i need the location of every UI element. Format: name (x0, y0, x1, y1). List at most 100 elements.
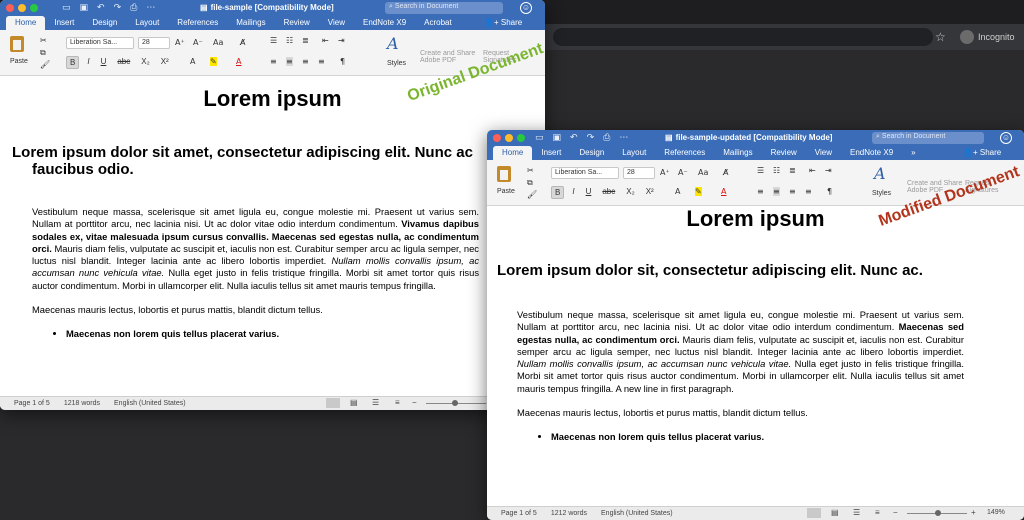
print-layout-icon[interactable] (807, 508, 821, 518)
page-count[interactable]: Page 1 of 5 (14, 400, 50, 407)
decrease-indent-icon[interactable]: ⇤ (322, 36, 329, 45)
font-color-icon[interactable]: A (721, 187, 726, 196)
zoom-out-icon[interactable]: − (412, 398, 426, 408)
draft-icon[interactable]: ≡ (875, 508, 889, 518)
print-layout-icon[interactable] (326, 398, 340, 408)
feedback-smile-icon[interactable]: ☺ (1000, 132, 1012, 144)
show-marks-icon[interactable]: ¶ (827, 187, 832, 196)
strikethrough-button[interactable]: abc (114, 56, 133, 69)
zoom-button[interactable] (30, 4, 38, 12)
zoom-knob[interactable] (452, 400, 458, 406)
tab-view[interactable]: View (319, 16, 354, 30)
italic-button[interactable]: I (84, 56, 92, 69)
redo-icon[interactable]: ↷ (587, 133, 595, 143)
search-input[interactable]: ⌕ Search in Document (385, 2, 503, 14)
tab-review[interactable]: Review (762, 146, 806, 160)
justify-icon[interactable]: ≡ (318, 57, 325, 66)
change-case-icon[interactable]: Aa (698, 168, 708, 177)
minimize-button[interactable] (505, 134, 513, 142)
highlight-icon[interactable]: ✎ (695, 187, 702, 196)
word-count[interactable]: 1218 words (64, 400, 100, 407)
align-right-icon[interactable]: ≡ (789, 187, 796, 196)
font-size-select[interactable]: 28 (623, 167, 655, 179)
incognito-indicator[interactable]: Incognito (960, 30, 1015, 44)
align-right-icon[interactable]: ≡ (302, 57, 309, 66)
share-button[interactable]: 👤+ Share (963, 148, 1001, 157)
tab-home[interactable]: Home (493, 146, 533, 160)
undo-icon[interactable]: ↶ (570, 133, 578, 143)
tab-mailings[interactable]: Mailings (714, 146, 761, 160)
paste-icon[interactable] (497, 166, 511, 182)
change-case-icon[interactable]: Aa (213, 38, 223, 47)
word-window-original[interactable]: ▭ ▣ ↶ ↷ ⎙ ⋯ ▤ file-sample [Compatibility … (0, 0, 545, 410)
bullets-icon[interactable]: ☰ (757, 166, 764, 175)
outline-icon[interactable]: ☰ (853, 508, 867, 518)
save-icon[interactable]: ▣ (553, 133, 562, 143)
format-painter-icon[interactable]: 🖌 (40, 60, 50, 69)
subscript-button[interactable]: X₂ (623, 186, 637, 199)
text-effects-icon[interactable]: A (675, 187, 680, 196)
show-marks-icon[interactable]: ¶ (340, 57, 345, 66)
shrink-font-icon[interactable]: A⁻ (193, 38, 203, 47)
underline-button[interactable]: U (98, 56, 110, 69)
tab-layout[interactable]: Layout (126, 16, 168, 30)
word-window-modified[interactable]: ▭ ▣ ↶ ↷ ⎙ ⋯ ▤ file-sample-updated [Compat… (487, 130, 1024, 520)
superscript-button[interactable]: X² (643, 186, 657, 199)
print-icon[interactable]: ⎙ (603, 133, 610, 143)
zoom-in-icon[interactable]: + (971, 508, 985, 518)
document-canvas[interactable]: Lorem ipsum Lorem ipsum dolor sit, conse… (487, 206, 1024, 506)
numbering-icon[interactable]: ☷ (286, 36, 293, 45)
sidebar-icon[interactable]: ▭ (535, 133, 544, 143)
copy-icon[interactable]: ⧉ (527, 178, 533, 188)
sidebar-icon[interactable]: ▭ (62, 3, 71, 13)
text-effects-icon[interactable]: A (190, 57, 195, 66)
redo-icon[interactable]: ↷ (114, 3, 122, 13)
web-layout-icon[interactable]: ▤ (350, 398, 364, 408)
zoom-button[interactable] (517, 134, 525, 142)
font-name-select[interactable]: Liberation Sa... (66, 37, 134, 49)
close-button[interactable] (493, 134, 501, 142)
ribbon-overflow-icon[interactable]: » (902, 146, 924, 160)
font-size-select[interactable]: 28 (138, 37, 170, 49)
tab-design[interactable]: Design (570, 146, 613, 160)
star-icon[interactable]: ☆ (935, 30, 946, 44)
search-input[interactable]: ⌕ Search in Document (872, 132, 984, 144)
close-button[interactable] (6, 4, 14, 12)
address-bar[interactable] (553, 28, 933, 46)
align-center-icon[interactable]: ≡ (773, 187, 780, 196)
underline-button[interactable]: U (583, 186, 595, 199)
save-icon[interactable]: ▣ (80, 3, 89, 13)
multilevel-list-icon[interactable]: ≣ (302, 36, 309, 45)
increase-indent-icon[interactable]: ⇥ (825, 166, 832, 175)
cut-icon[interactable]: ✂ (527, 166, 534, 175)
feedback-smile-icon[interactable]: ☺ (520, 2, 532, 14)
styles-icon[interactable]: A (387, 34, 399, 53)
superscript-button[interactable]: X² (158, 56, 172, 69)
more-icon[interactable]: ⋯ (619, 133, 628, 143)
language[interactable]: English (United States) (114, 400, 186, 407)
tab-references[interactable]: References (655, 146, 714, 160)
justify-icon[interactable]: ≡ (805, 187, 812, 196)
bold-button[interactable]: B (66, 56, 80, 69)
print-icon[interactable]: ⎙ (130, 3, 137, 13)
multilevel-list-icon[interactable]: ≣ (789, 166, 796, 175)
grow-font-icon[interactable]: A⁺ (660, 168, 670, 177)
grow-font-icon[interactable]: A⁺ (175, 38, 185, 47)
align-left-icon[interactable]: ≡ (270, 57, 277, 66)
undo-icon[interactable]: ↶ (97, 3, 105, 13)
font-color-icon[interactable]: A (236, 57, 241, 66)
font-name-select[interactable]: Liberation Sa... (551, 167, 619, 179)
italic-button[interactable]: I (569, 186, 577, 199)
paste-icon[interactable] (10, 36, 24, 52)
format-painter-icon[interactable]: 🖌 (527, 190, 537, 199)
tab-insert[interactable]: Insert (45, 16, 83, 30)
tab-design[interactable]: Design (83, 16, 126, 30)
clear-format-icon[interactable]: A̸ (240, 38, 245, 47)
document-canvas[interactable]: Lorem ipsum Lorem ipsum dolor sit amet, … (0, 76, 545, 396)
zoom-out-icon[interactable]: − (893, 508, 907, 518)
cut-icon[interactable]: ✂ (40, 36, 47, 45)
web-layout-icon[interactable]: ▤ (831, 508, 845, 518)
shrink-font-icon[interactable]: A⁻ (678, 168, 688, 177)
draft-icon[interactable]: ≡ (395, 398, 409, 408)
minimize-button[interactable] (18, 4, 26, 12)
